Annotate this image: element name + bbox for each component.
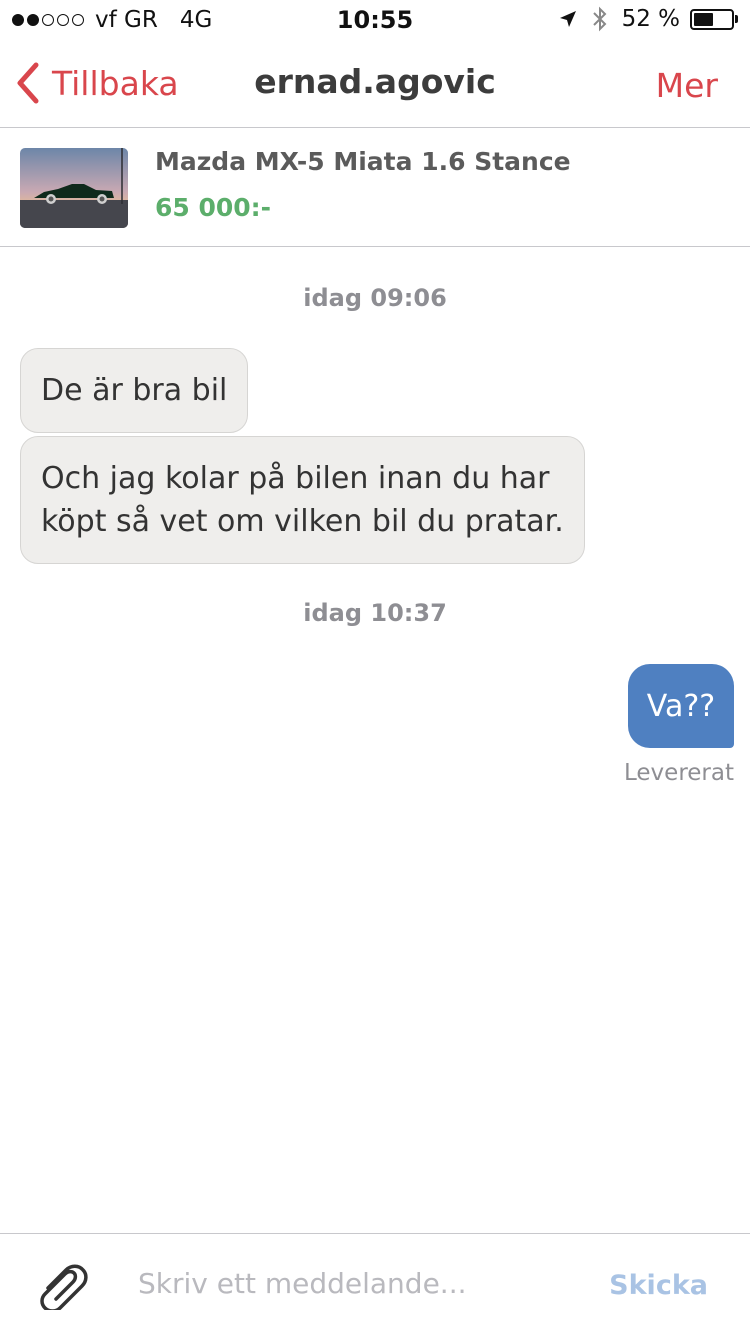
battery-fill [694, 12, 713, 26]
incoming-message: Och jag kolar på bilen inan du har köpt … [20, 436, 585, 564]
navigation-bar: Tillbaka ernad.agovic Mer [0, 40, 750, 128]
battery-percent: 52 % [621, 6, 680, 32]
message-text: Va?? [646, 688, 716, 724]
listing-price: 65 000:- [155, 193, 272, 222]
bluetooth-icon [592, 6, 608, 32]
listing-thumbnail [20, 148, 128, 228]
chevron-left-icon [17, 62, 39, 104]
back-button[interactable]: Tillbaka [16, 62, 179, 104]
attach-button[interactable] [38, 1262, 90, 1314]
message-text: köpt så vet om vilken bil du pratar. [41, 504, 564, 539]
message-text: Och jag kolar på bilen inan du har [41, 461, 550, 496]
message-timestamp: idag 09:06 [303, 284, 447, 312]
status-bar-right: 52 % [558, 6, 738, 32]
message-text: De är bra bil [41, 373, 228, 408]
battery-body [690, 8, 734, 30]
listing-title: Mazda MX-5 Miata 1.6 Stance [155, 147, 571, 176]
more-button[interactable]: Mer [656, 66, 718, 105]
message-timestamp: idag 10:37 [303, 599, 447, 627]
back-button-label: Tillbaka [52, 63, 179, 103]
send-button[interactable]: Skicka [609, 1270, 708, 1301]
listing-card[interactable]: Mazda MX-5 Miata 1.6 Stance 65 000:- [0, 129, 750, 247]
message-input[interactable] [138, 1260, 598, 1306]
battery-icon [690, 8, 738, 30]
message-composer: Skicka [0, 1233, 750, 1334]
paperclip-icon [40, 1264, 88, 1313]
outgoing-message: Va?? [628, 664, 734, 748]
status-bar: vf GR 4G 10:55 52 % [0, 0, 750, 40]
delivery-status: Levererat [624, 760, 734, 786]
incoming-message: De är bra bil [20, 348, 249, 433]
battery-tip [735, 15, 738, 23]
location-arrow-icon [558, 9, 578, 29]
